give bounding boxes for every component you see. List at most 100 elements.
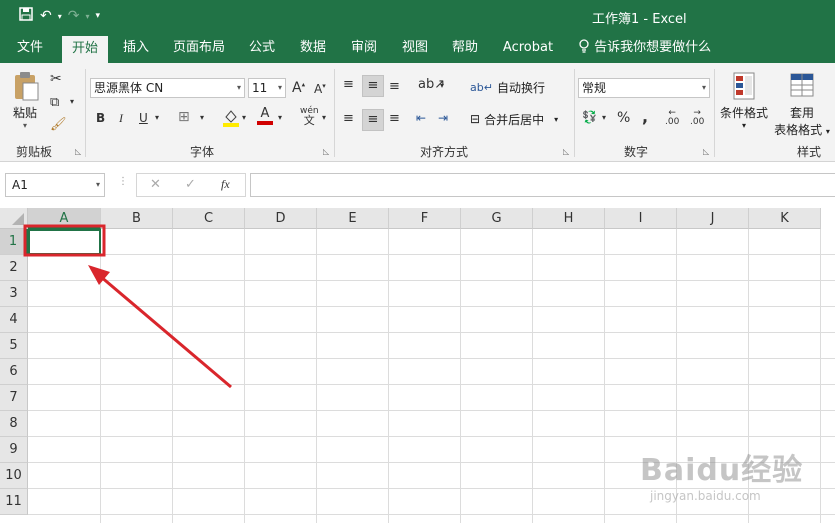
grid-line [316, 229, 317, 523]
merge-center-button[interactable]: ⊟ 合并后居中 ▾ [470, 109, 558, 129]
row-header-6[interactable]: 6 [0, 359, 28, 385]
font-launcher-icon[interactable]: ◺ [323, 147, 329, 156]
tab-view[interactable]: 视图 [393, 33, 437, 63]
row-header-1[interactable]: 1 [0, 229, 28, 255]
format-as-table-button[interactable]: 套用 表格格式 ▾ [772, 71, 832, 138]
row-header-3[interactable]: 3 [0, 281, 28, 307]
tab-data[interactable]: 数据 [291, 33, 335, 63]
alignment-launcher-icon[interactable]: ◺ [563, 147, 569, 156]
redo-icon[interactable]: ↷ [68, 8, 80, 24]
tab-insert[interactable]: 插入 [114, 33, 158, 63]
save-icon[interactable] [18, 6, 34, 26]
align-center-icon[interactable]: ≡ [362, 109, 384, 131]
align-bottom-icon[interactable]: ≡ [389, 79, 400, 94]
conditional-format-button[interactable]: 条件格式 ▾ [718, 71, 770, 130]
wrap-text-button[interactable]: ab↵ 自动换行 [470, 77, 545, 97]
row-header-4[interactable]: 4 [0, 307, 28, 333]
cancel-entry-button[interactable]: ✕ [150, 177, 161, 192]
comma-style-button[interactable]: , [642, 107, 648, 126]
chevron-down-icon[interactable]: ▾ [278, 113, 282, 122]
name-box-value: A1 [12, 178, 28, 192]
underline-button[interactable]: U [139, 111, 148, 125]
column-header-c[interactable]: C [173, 208, 245, 229]
phonetic-guide-button[interactable]: wén 文 [300, 107, 319, 127]
group-separator [334, 69, 335, 157]
active-cell-a1[interactable] [28, 229, 101, 255]
borders-icon[interactable]: ⊞ [178, 109, 190, 125]
column-header-k[interactable]: K [749, 208, 821, 229]
chevron-down-icon[interactable]: ▾ [242, 113, 246, 122]
tab-page-layout[interactable]: 页面布局 [166, 33, 232, 63]
column-header-j[interactable]: J [677, 208, 749, 229]
row-header-7[interactable]: 7 [0, 385, 28, 411]
percent-button[interactable]: % [617, 110, 630, 126]
bold-button[interactable]: B [96, 111, 105, 125]
copy-icon[interactable]: ⧉ [50, 95, 59, 110]
confirm-entry-button[interactable]: ✓ [185, 177, 196, 192]
tab-file[interactable]: 文件 [8, 33, 52, 63]
increase-indent-icon[interactable]: ⇥ [438, 111, 448, 125]
chevron-down-icon[interactable]: ▾ [58, 12, 62, 21]
undo-icon[interactable]: ↶ [40, 8, 52, 24]
select-all-corner[interactable] [0, 208, 28, 229]
row-header-2[interactable]: 2 [0, 255, 28, 281]
customize-qat-icon[interactable]: ▾ [96, 11, 101, 21]
tab-review[interactable]: 审阅 [342, 33, 386, 63]
chevron-down-icon[interactable]: ▾ [602, 113, 606, 122]
font-color-button[interactable]: A [257, 107, 273, 125]
chevron-down-icon[interactable]: ▾ [200, 113, 204, 122]
insert-function-button[interactable]: fx [221, 177, 230, 192]
chevron-down-icon[interactable]: ▾ [8, 121, 42, 130]
tab-home[interactable]: 开始 [62, 36, 108, 63]
cut-icon[interactable]: ✂ [50, 71, 62, 87]
merge-center-label: 合并后居中 [484, 112, 545, 127]
column-header-g[interactable]: G [461, 208, 533, 229]
tell-me-box[interactable]: 告诉我你想要做什么 [578, 33, 711, 63]
decrease-decimal-button[interactable]: → .00 [690, 109, 704, 127]
chevron-down-icon[interactable]: ▾ [155, 113, 159, 122]
number-launcher-icon[interactable]: ◺ [703, 147, 709, 156]
name-box[interactable]: A1 ▾ [5, 173, 105, 197]
clipboard-launcher-icon[interactable]: ◺ [75, 147, 81, 156]
tab-acrobat[interactable]: Acrobat [497, 33, 559, 63]
column-header-f[interactable]: F [389, 208, 461, 229]
column-header-a[interactable]: A [28, 208, 101, 229]
align-left-icon[interactable]: ≡ [343, 111, 354, 126]
row-header-5[interactable]: 5 [0, 333, 28, 359]
formula-input[interactable] [250, 173, 835, 197]
number-format-combo[interactable]: 常规 ▾ [578, 78, 710, 98]
fill-color-icon[interactable] [222, 107, 240, 130]
accounting-format-icon[interactable]: 💱 [582, 110, 597, 124]
watermark: Baidu经验 jingyan.baidu.com [640, 445, 803, 503]
align-right-icon[interactable]: ≡ [389, 111, 400, 126]
align-top-icon[interactable]: ≡ [343, 77, 354, 92]
chevron-down-icon[interactable]: ▾ [85, 12, 89, 21]
grow-font-button[interactable]: A▴ [292, 80, 305, 96]
format-painter-icon[interactable]: 🖌 [50, 117, 67, 132]
font-color-swatch [257, 121, 273, 125]
column-header-i[interactable]: I [605, 208, 677, 229]
column-header-d[interactable]: D [245, 208, 317, 229]
chevron-down-icon[interactable]: ▾ [440, 81, 444, 90]
font-name-combo[interactable]: 思源黑体 CN ▾ [90, 78, 245, 98]
italic-button[interactable]: I [119, 111, 123, 126]
row-header-10[interactable]: 10 [0, 463, 28, 489]
align-middle-icon[interactable]: ≡ [362, 75, 384, 97]
font-size-combo[interactable]: 11 ▾ [248, 78, 286, 98]
increase-decimal-button[interactable]: ← .00 [665, 109, 679, 127]
column-header-e[interactable]: E [317, 208, 389, 229]
tab-formulas[interactable]: 公式 [240, 33, 284, 63]
formula-bar-grip-icon[interactable]: ⋮ [118, 176, 128, 187]
column-header-h[interactable]: H [533, 208, 605, 229]
row-header-11[interactable]: 11 [0, 489, 28, 515]
paste-button[interactable]: 粘贴 ▾ [8, 71, 42, 130]
decrease-indent-icon[interactable]: ⇤ [416, 111, 426, 125]
tab-help[interactable]: 帮助 [443, 33, 487, 63]
chevron-down-icon[interactable]: ▾ [554, 115, 558, 124]
chevron-down-icon[interactable]: ▾ [70, 97, 74, 106]
row-header-9[interactable]: 9 [0, 437, 28, 463]
chevron-down-icon[interactable]: ▾ [322, 113, 326, 122]
row-header-8[interactable]: 8 [0, 411, 28, 437]
column-header-b[interactable]: B [101, 208, 173, 229]
shrink-font-button[interactable]: A▾ [314, 82, 326, 96]
